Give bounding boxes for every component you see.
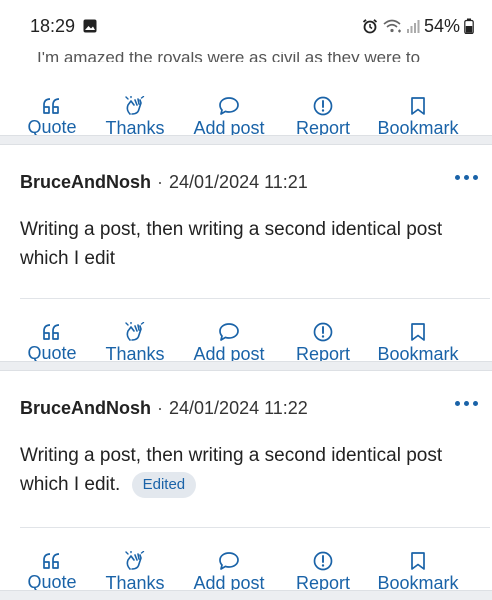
post-date[interactable]: 24/01/2024 11:22 bbox=[169, 398, 308, 419]
clapping-hands-icon bbox=[124, 95, 146, 116]
post-separator bbox=[0, 361, 492, 371]
more-dots-icon[interactable] bbox=[455, 401, 478, 406]
more-dots-icon[interactable] bbox=[455, 175, 478, 180]
image-icon bbox=[83, 19, 97, 33]
clapping-hands-icon bbox=[124, 550, 146, 571]
bookmark-icon bbox=[410, 322, 426, 342]
bookmark-icon bbox=[410, 96, 426, 116]
post-header: BruceAndNosh · 24/01/2024 11:22 bbox=[20, 393, 480, 423]
quote-icon bbox=[42, 97, 62, 115]
alert-circle-icon bbox=[313, 322, 333, 342]
status-right: 54% bbox=[362, 16, 474, 37]
post-date[interactable]: 24/01/2024 11:21 bbox=[169, 172, 308, 193]
quote-icon bbox=[42, 323, 62, 341]
clapping-hands-icon bbox=[124, 321, 146, 342]
status-bar: 18:29 54% bbox=[0, 0, 492, 52]
speech-bubble-icon bbox=[218, 96, 240, 116]
post-divider bbox=[20, 298, 490, 299]
post-body: Writing a post, then writing a second id… bbox=[20, 219, 443, 269]
alert-circle-icon bbox=[313, 96, 333, 116]
post-separator bbox=[0, 135, 492, 145]
post-author[interactable]: BruceAndNosh bbox=[20, 398, 151, 419]
post-author[interactable]: BruceAndNosh bbox=[20, 172, 151, 193]
bookmark-icon bbox=[410, 551, 426, 571]
meta-separator: · bbox=[157, 171, 164, 192]
status-time: 18:29 bbox=[30, 15, 76, 36]
battery-icon bbox=[464, 18, 474, 34]
post-body: Writing a post, then writing a second id… bbox=[20, 441, 480, 499]
status-left: 18:29 bbox=[30, 16, 97, 37]
quote-icon bbox=[42, 552, 62, 570]
alarm-icon bbox=[362, 18, 378, 34]
post-body-text: Writing a post, then writing a second id… bbox=[20, 445, 443, 495]
edited-badge[interactable]: Edited bbox=[131, 472, 197, 498]
speech-bubble-icon bbox=[218, 322, 240, 342]
post-separator bbox=[0, 590, 492, 600]
alert-circle-icon bbox=[313, 551, 333, 571]
post-header: BruceAndNosh · 24/01/2024 11:21 bbox=[20, 167, 480, 197]
battery-percent: 54% bbox=[423, 15, 460, 36]
wifi-icon bbox=[382, 18, 402, 34]
post-divider bbox=[20, 527, 490, 528]
meta-separator: · bbox=[157, 397, 164, 418]
speech-bubble-icon bbox=[218, 551, 240, 571]
signal-icon bbox=[406, 18, 420, 34]
